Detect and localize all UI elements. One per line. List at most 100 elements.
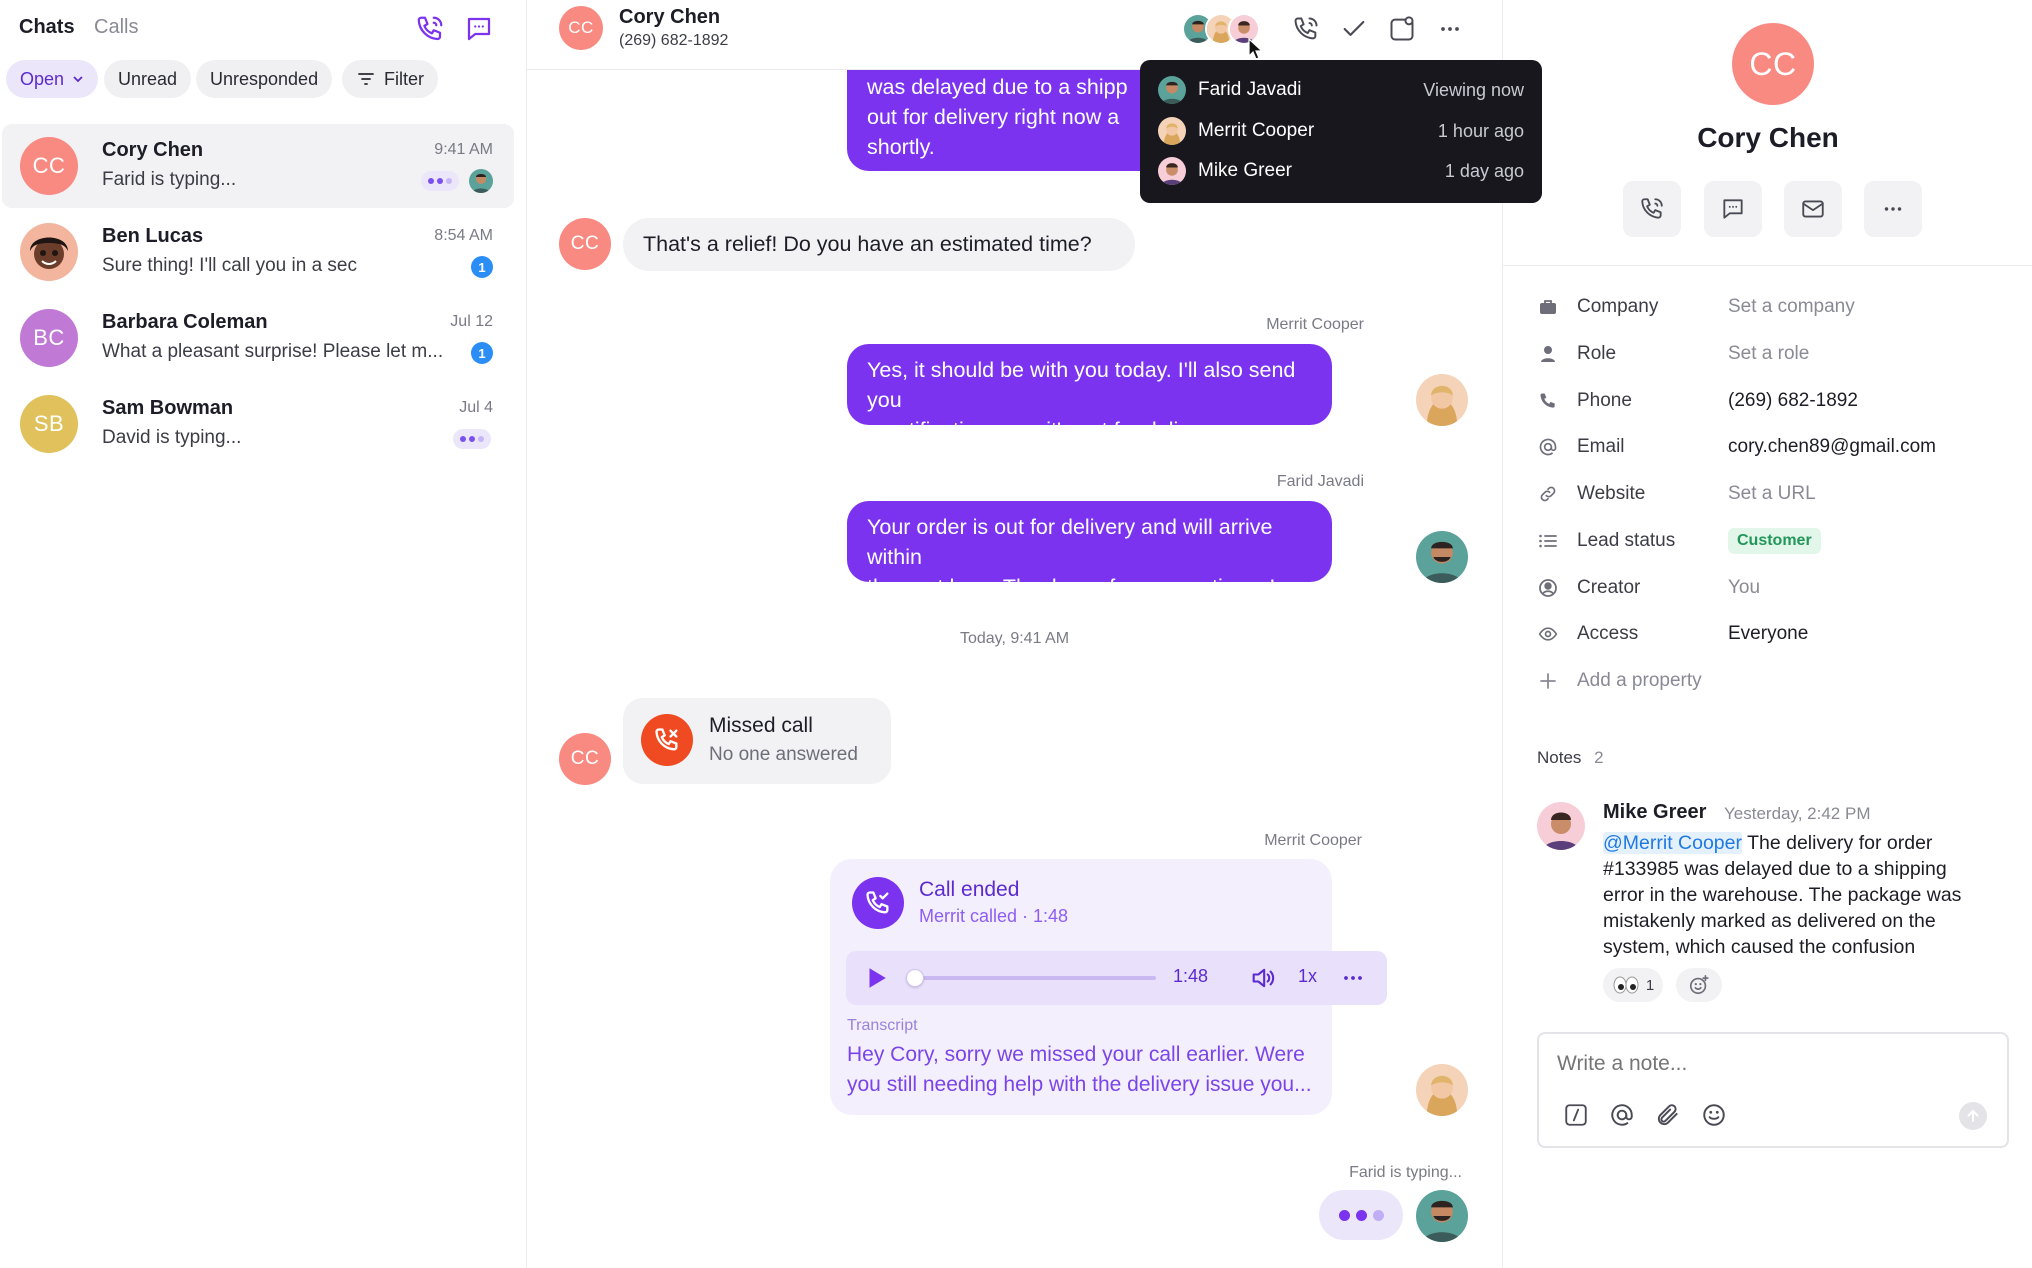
contact-more-button[interactable] bbox=[1864, 181, 1922, 237]
call-ended-card[interactable]: Call ended Merrit called · 1:48 1:48 1x … bbox=[830, 859, 1387, 1115]
volume-icon[interactable] bbox=[1249, 964, 1277, 992]
viewer-avatar bbox=[1158, 157, 1186, 185]
contact-name-large: Cory Chen bbox=[1697, 122, 1839, 153]
property-website[interactable]: Website Set a URL bbox=[1537, 478, 2017, 510]
audio-progress-handle[interactable] bbox=[906, 969, 924, 987]
message-incoming[interactable]: That's a relief! Do you have an estimate… bbox=[623, 218, 1135, 271]
note-composer bbox=[1537, 1032, 2009, 1148]
contact-avatar[interactable]: CC bbox=[559, 6, 603, 50]
mark-done-icon[interactable] bbox=[1340, 15, 1368, 43]
chat-preview: What a pleasant surprise! Please let m..… bbox=[102, 341, 444, 362]
viewer-time: 1 hour ago bbox=[1437, 120, 1524, 141]
property-label: Lead status bbox=[1577, 530, 1676, 551]
property-value: Everyone bbox=[1728, 623, 1809, 644]
tab-chats[interactable]: Chats bbox=[19, 16, 75, 39]
note-body: @Merrit Cooper The delivery for order #1… bbox=[1603, 830, 2013, 960]
filter-button[interactable]: Filter bbox=[342, 60, 438, 98]
play-icon[interactable] bbox=[863, 965, 889, 991]
typing-indicator bbox=[421, 171, 459, 191]
property-creator[interactable]: Creator You bbox=[1537, 572, 2017, 604]
emoji-icon[interactable] bbox=[1701, 1102, 1727, 1128]
playback-speed[interactable]: 1x bbox=[1298, 966, 1317, 987]
unread-filter-chip[interactable]: Unread bbox=[104, 60, 192, 98]
contact-name[interactable]: Cory Chen bbox=[619, 6, 720, 29]
more-options-icon[interactable] bbox=[1436, 15, 1464, 43]
chat-item-barbara-coleman[interactable]: BC Barbara Coleman What a pleasant surpr… bbox=[2, 296, 514, 380]
chat-item-sam-bowman[interactable]: SB Sam Bowman David is typing... Jul 4 bbox=[2, 382, 514, 466]
chat-item-cory-chen[interactable]: CC Cory Chen Farid is typing... 9:41 AM bbox=[2, 124, 514, 208]
typing-label: Farid is typing... bbox=[1349, 1164, 1462, 1181]
chat-time: Jul 12 bbox=[450, 313, 493, 330]
property-access[interactable]: Access Everyone bbox=[1537, 618, 2017, 650]
slash-command-icon[interactable] bbox=[1563, 1102, 1589, 1128]
add-property-button[interactable]: Add a property bbox=[1537, 665, 2017, 697]
property-label: Role bbox=[1577, 343, 1617, 364]
toggle-sidebar-icon[interactable] bbox=[1388, 15, 1416, 43]
viewer-row[interactable]: Farid Javadi Viewing now bbox=[1158, 75, 1524, 105]
property-company[interactable]: Company Set a company bbox=[1537, 291, 2017, 323]
new-message-icon[interactable] bbox=[464, 14, 494, 44]
audio-more-icon[interactable] bbox=[1339, 964, 1367, 992]
merrit-avatar bbox=[1416, 1064, 1468, 1116]
message-outgoing[interactable]: Yes, it should be with you today. I'll a… bbox=[847, 344, 1332, 442]
missed-call-card[interactable]: Missed call No one answered bbox=[623, 698, 891, 784]
reaction-count: 1 bbox=[1645, 976, 1655, 994]
filter-label: Filter bbox=[384, 68, 424, 89]
property-label: Creator bbox=[1577, 577, 1641, 598]
add-reaction-button[interactable] bbox=[1676, 968, 1722, 1002]
property-value: Set a company bbox=[1728, 296, 1855, 317]
message-contact-button[interactable] bbox=[1704, 181, 1762, 237]
person-icon bbox=[1537, 343, 1559, 365]
attachment-icon[interactable] bbox=[1655, 1102, 1681, 1128]
mention-tag[interactable]: @Merrit Cooper bbox=[1603, 832, 1742, 854]
tab-calls[interactable]: Calls bbox=[94, 16, 138, 39]
property-email[interactable]: Email cory.chen89@gmail.com bbox=[1537, 431, 2017, 463]
new-call-icon[interactable] bbox=[415, 14, 445, 44]
reaction-eyes[interactable]: 1 bbox=[1603, 968, 1663, 1002]
merrit-avatar bbox=[1416, 374, 1468, 426]
farid-avatar bbox=[1416, 1190, 1468, 1242]
phone-icon bbox=[1537, 390, 1559, 412]
property-lead-status[interactable]: Lead status Customer bbox=[1537, 525, 2017, 557]
property-role[interactable]: Role Set a role bbox=[1537, 338, 2017, 370]
chat-name: Sam Bowman bbox=[102, 397, 234, 419]
note-line: system, which caused the confusion bbox=[1603, 936, 1916, 958]
creator-icon bbox=[1537, 577, 1559, 599]
property-label: Access bbox=[1577, 623, 1639, 644]
property-phone[interactable]: Phone (269) 682-1892 bbox=[1537, 385, 2017, 417]
eyes-emoji-icon bbox=[1613, 976, 1639, 994]
call-icon[interactable] bbox=[1292, 15, 1320, 43]
viewer-time: Viewing now bbox=[1423, 79, 1524, 100]
arrow-up-icon bbox=[1967, 1109, 1979, 1122]
chat-name: Cory Chen bbox=[102, 139, 204, 161]
transcript-label: Transcript bbox=[847, 1017, 918, 1034]
date-divider: Today, 9:41 AM bbox=[959, 630, 1070, 647]
status-filter-label: Open bbox=[20, 68, 65, 89]
unresponded-filter-chip[interactable]: Unresponded bbox=[196, 60, 333, 98]
note-line: #133985 was delayed due to a shipping bbox=[1603, 858, 1947, 880]
viewer-row[interactable]: Mike Greer 1 day ago bbox=[1158, 156, 1524, 186]
chat-item-ben-lucas[interactable]: Ben Lucas Sure thing! I'll call you in a… bbox=[2, 210, 514, 294]
viewer-name: Merrit Cooper bbox=[1198, 120, 1315, 141]
lead-status-badge[interactable]: Customer bbox=[1728, 528, 1821, 554]
status-filter-dropdown[interactable]: Open bbox=[6, 60, 98, 98]
transcript-text[interactable]: Hey Cory, sorry we missed your call earl… bbox=[847, 1040, 1312, 1100]
message-outgoing[interactable]: Your order is out for delivery and will … bbox=[847, 501, 1332, 599]
chat-list-panel: Chats Calls Open Unread Unresponded Filt… bbox=[0, 0, 527, 1268]
email-contact-button[interactable] bbox=[1784, 181, 1842, 237]
viewer-name: Mike Greer bbox=[1198, 160, 1292, 181]
chat-time: 8:54 AM bbox=[434, 227, 493, 244]
property-label: Website bbox=[1577, 483, 1646, 504]
mention-icon[interactable] bbox=[1609, 1102, 1635, 1128]
mail-icon bbox=[1802, 200, 1824, 218]
audio-progress-track[interactable] bbox=[906, 969, 1156, 987]
viewer-avatar bbox=[1158, 76, 1186, 104]
property-value: Set a URL bbox=[1728, 483, 1816, 504]
unresponded-filter-label: Unresponded bbox=[210, 68, 319, 89]
audio-player: 1:48 1x bbox=[846, 951, 1387, 1005]
call-contact-button[interactable] bbox=[1623, 181, 1681, 237]
send-note-button[interactable] bbox=[1959, 1102, 1987, 1130]
farid-avatar bbox=[1416, 531, 1468, 583]
viewer-row[interactable]: Merrit Cooper 1 hour ago bbox=[1158, 116, 1524, 146]
note-input[interactable] bbox=[1557, 1048, 1977, 1080]
